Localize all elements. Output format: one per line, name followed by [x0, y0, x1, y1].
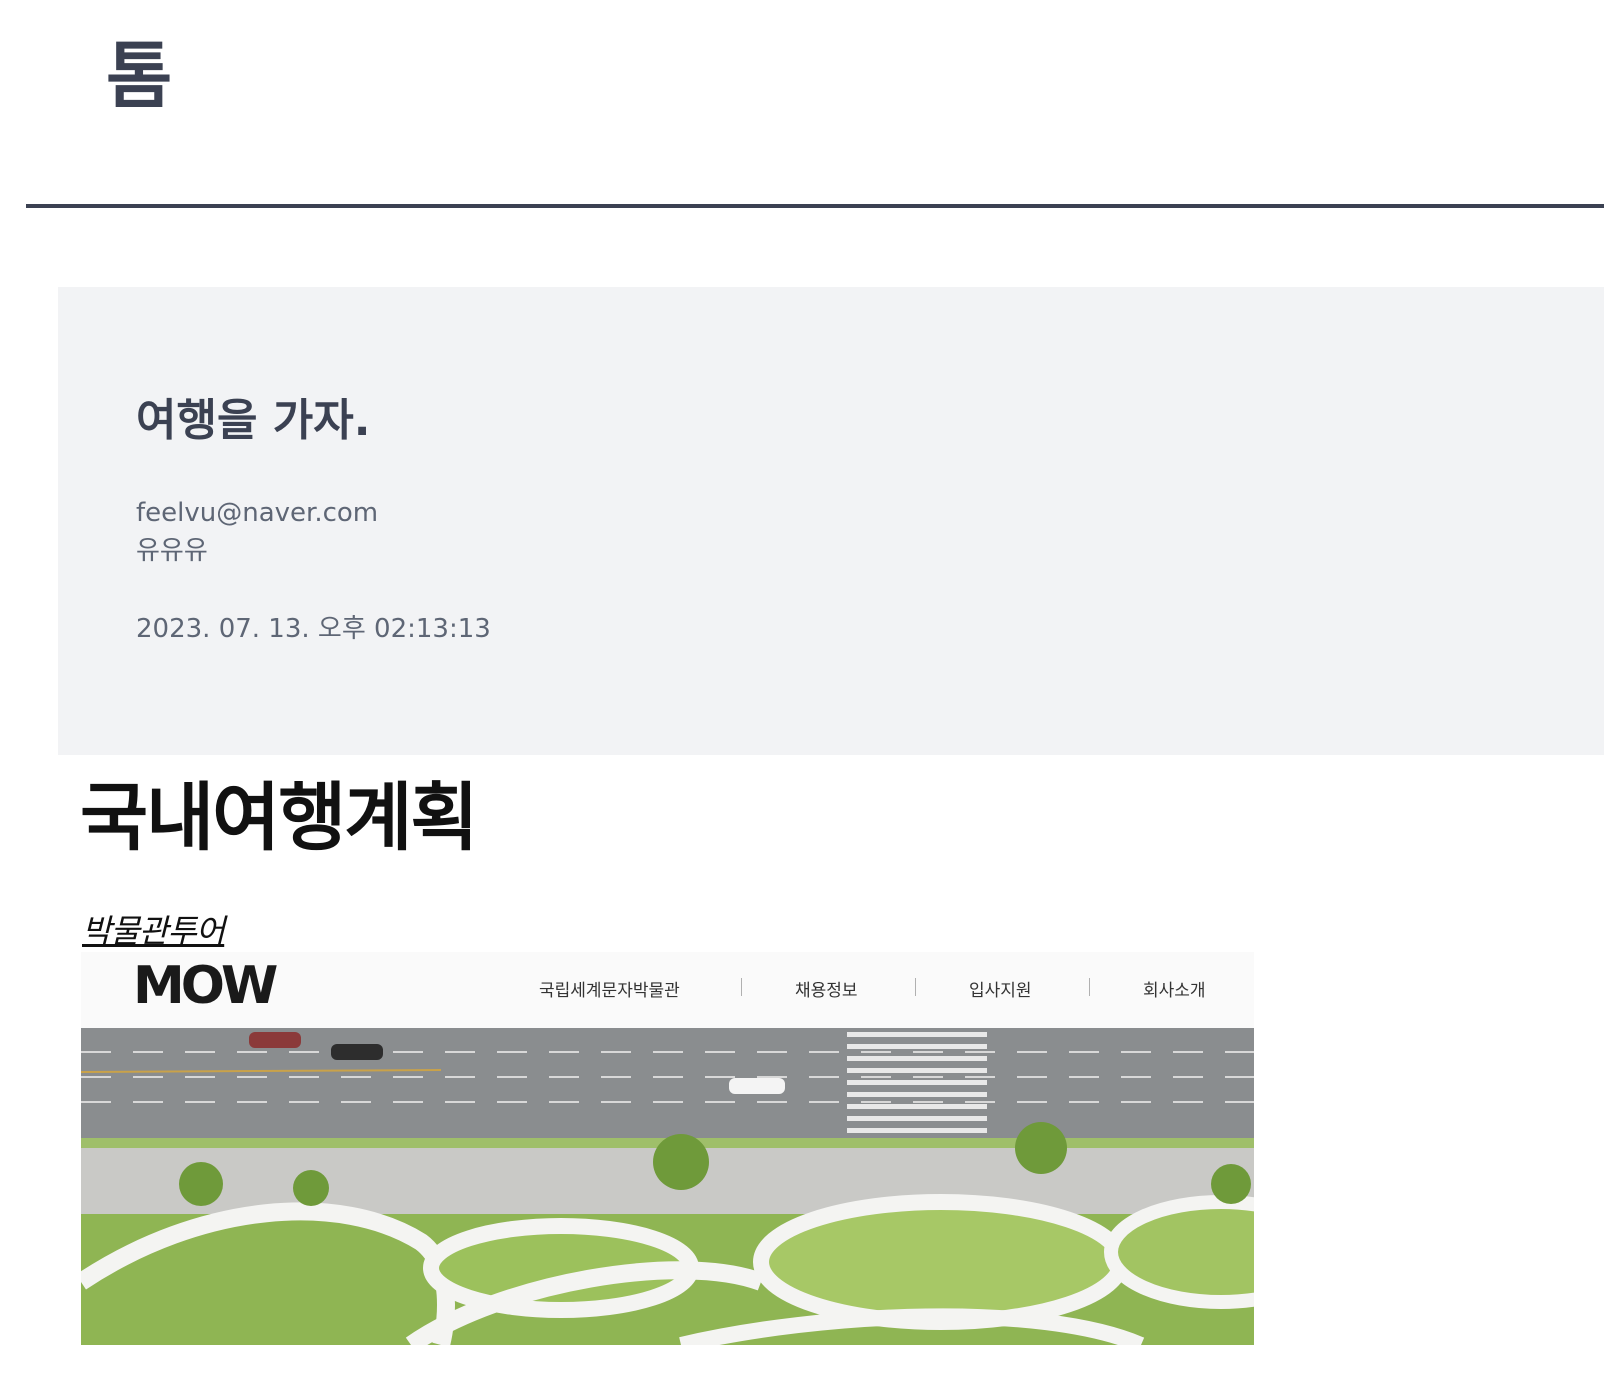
mock-brand-logo: MOW	[133, 956, 278, 1016]
crosswalk	[847, 1032, 987, 1133]
mock-nav-item: 채용정보	[795, 981, 858, 1001]
content-heading: 국내여행계획	[80, 775, 478, 861]
tree	[1015, 1122, 1067, 1174]
header-divider	[26, 204, 1604, 208]
nav-separator	[1089, 978, 1090, 996]
post-date: 2023. 07. 13. 오후 02:13:13	[136, 614, 491, 644]
nav-separator	[915, 978, 916, 996]
post-info-box: 여행을 가자. feelvu@naver.com 유유유 2023. 07. 1…	[58, 287, 1604, 755]
car	[249, 1032, 301, 1048]
mock-nav-item: 회사소개	[1143, 981, 1206, 1001]
car	[729, 1078, 785, 1094]
author-email: feelvu@naver.com	[136, 498, 379, 528]
tree	[653, 1134, 709, 1190]
author-name: 유유유	[136, 536, 208, 566]
museum-tour-link[interactable]: 박물관투어	[82, 906, 225, 952]
nav-separator	[741, 978, 742, 996]
site-logo[interactable]: 톰	[106, 40, 172, 112]
tree	[1211, 1164, 1251, 1204]
museum-image: MOW 국립세계문자박물관 채용정보 입사지원 회사소개	[81, 952, 1254, 1345]
tree	[179, 1162, 223, 1206]
mock-nav-item: 입사지원	[969, 981, 1032, 1001]
post-title: 여행을 가자.	[136, 395, 371, 446]
tree	[293, 1170, 329, 1206]
car	[331, 1044, 383, 1060]
site-header: 톰	[0, 0, 1604, 208]
mock-nav-item: 국립세계문자박물관	[539, 981, 680, 1001]
